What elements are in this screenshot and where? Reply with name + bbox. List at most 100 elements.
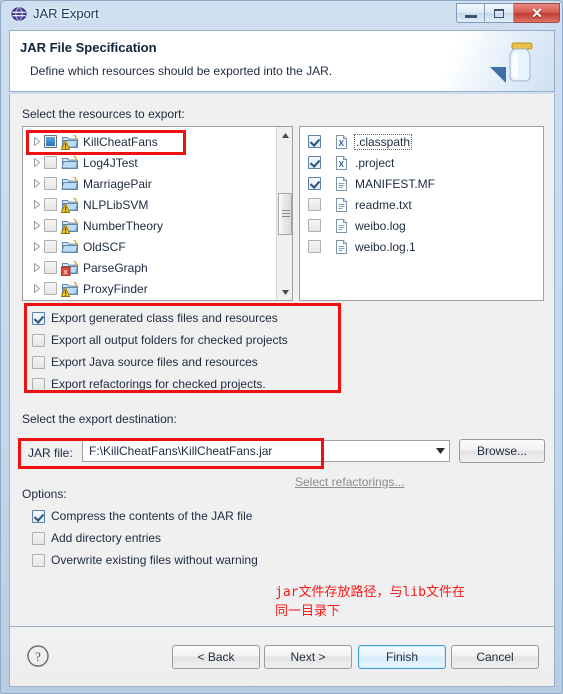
dialog-footer: ? < Back Next > Finish Cancel xyxy=(9,627,555,687)
export-option-label: Export all output folders for checked pr… xyxy=(51,333,288,347)
jar-file-value: F:\KillCheatFans\KillCheatFans.jar xyxy=(89,444,273,458)
expand-arrow-icon[interactable] xyxy=(29,263,44,272)
file-checkbox[interactable] xyxy=(308,156,321,169)
java-project-warning-icon xyxy=(60,218,79,234)
java-project-icon xyxy=(61,176,79,192)
tree-checkbox[interactable] xyxy=(44,261,57,274)
close-icon: ✕ xyxy=(531,5,543,21)
tree-checkbox[interactable] xyxy=(44,282,57,295)
expand-arrow-icon[interactable] xyxy=(29,284,44,293)
tree-row[interactable]: ProxyFinder xyxy=(23,278,292,299)
tree-checkbox[interactable] xyxy=(44,177,57,190)
option-label: Compress the contents of the JAR file xyxy=(51,509,253,523)
option-checkbox[interactable] xyxy=(32,553,45,567)
chevron-down-icon[interactable] xyxy=(431,441,449,461)
options-label: Options: xyxy=(22,487,67,501)
svg-text:X: X xyxy=(339,160,345,169)
file-row-label: .classpath xyxy=(353,133,413,150)
export-option-checkbox[interactable] xyxy=(32,377,45,391)
browse-button[interactable]: Browse... xyxy=(459,439,545,463)
export-option-checkbox[interactable] xyxy=(32,333,45,347)
back-button[interactable]: < Back xyxy=(172,645,260,669)
close-button[interactable]: ✕ xyxy=(514,3,560,23)
export-option-row[interactable]: Export all output folders for checked pr… xyxy=(32,331,288,349)
project-tree[interactable]: KillCheatFans Log4JTest MarriagePair NLPLib… xyxy=(22,126,293,301)
file-checkbox[interactable] xyxy=(308,219,321,232)
export-option-label: Export Java source files and resources xyxy=(51,355,258,369)
jar-file-combo[interactable]: F:\KillCheatFans\KillCheatFans.jar xyxy=(82,440,450,462)
file-checkbox[interactable] xyxy=(308,135,321,148)
file-checkbox[interactable] xyxy=(308,177,321,190)
tree-row-label: MarriagePair xyxy=(83,176,152,191)
tree-row[interactable]: OldSCF xyxy=(23,236,292,257)
tree-row[interactable]: MarriagePair xyxy=(23,173,292,194)
tree-row[interactable]: NLPLibSVM xyxy=(23,194,292,215)
tree-row-label: NumberTheory xyxy=(83,218,164,233)
expand-arrow-icon[interactable] xyxy=(29,242,44,251)
option-checkbox[interactable] xyxy=(32,509,45,523)
java-project-warning-icon xyxy=(60,281,79,297)
tree-row-label: KillCheatFans xyxy=(83,134,158,149)
file-row-label: MANIFEST.MF xyxy=(355,176,435,191)
tree-row[interactable]: KillCheatFans xyxy=(23,131,292,152)
file-row[interactable]: readme.txt xyxy=(300,194,543,215)
minimize-icon xyxy=(465,15,477,18)
file-row-label: .project xyxy=(355,155,395,170)
cancel-button[interactable]: Cancel xyxy=(451,645,539,669)
tree-checkbox[interactable] xyxy=(44,198,57,211)
tree-row-label: NLPLibSVM xyxy=(83,197,149,212)
tree-row[interactable]: NumberTheory xyxy=(23,215,292,236)
export-option-row[interactable]: Export refactorings for checked projects… xyxy=(32,375,266,393)
title-bar[interactable]: JAR Export ✕ xyxy=(1,1,563,27)
jar-jar-icon xyxy=(488,37,540,87)
file-row-label: readme.txt xyxy=(355,197,412,212)
option-row[interactable]: Overwrite existing files without warning xyxy=(32,551,258,569)
window-controls: ✕ xyxy=(456,3,560,24)
tree-row[interactable]: Log4JTest xyxy=(23,152,292,173)
help-icon[interactable]: ? xyxy=(26,644,50,668)
tree-row-label: OldSCF xyxy=(83,239,126,254)
file-checkbox[interactable] xyxy=(308,240,321,253)
scrollbar-thumb[interactable] xyxy=(278,193,292,235)
maximize-button[interactable] xyxy=(485,3,514,23)
tree-row[interactable]: x ParseGraph xyxy=(23,257,292,278)
export-option-checkbox[interactable] xyxy=(32,355,45,369)
xml-file-icon: X xyxy=(333,134,351,150)
export-option-label: Export generated class files and resourc… xyxy=(51,311,278,325)
scroll-up-icon[interactable] xyxy=(277,127,292,143)
annotation-text: jar文件存放路径，与lib文件在 同一目录下 xyxy=(275,585,465,619)
minimize-button[interactable] xyxy=(456,3,485,23)
text-file-icon xyxy=(333,197,351,213)
file-row-label: weibo.log xyxy=(355,218,406,233)
expand-arrow-icon[interactable] xyxy=(29,200,44,209)
option-label: Add directory entries xyxy=(51,531,162,545)
finish-button[interactable]: Finish xyxy=(358,645,446,669)
select-refactorings-link[interactable]: Select refactorings... xyxy=(295,475,404,489)
file-row[interactable]: X .project xyxy=(300,152,543,173)
expand-arrow-icon[interactable] xyxy=(29,179,44,188)
option-row[interactable]: Add directory entries xyxy=(32,529,161,547)
file-row[interactable]: X .classpath xyxy=(300,131,543,152)
file-checkbox[interactable] xyxy=(308,198,321,211)
scroll-down-icon[interactable] xyxy=(277,284,292,300)
option-checkbox[interactable] xyxy=(32,531,45,545)
tree-checkbox[interactable] xyxy=(44,240,57,253)
expand-arrow-icon[interactable] xyxy=(29,221,44,230)
tree-row-label: Log4JTest xyxy=(83,155,138,170)
export-option-checkbox[interactable] xyxy=(32,311,45,325)
export-option-row[interactable]: Export generated class files and resourc… xyxy=(32,309,278,327)
tree-checkbox[interactable] xyxy=(44,156,57,169)
expand-arrow-icon[interactable] xyxy=(29,137,44,146)
text-file-icon xyxy=(333,176,351,192)
file-list[interactable]: X .classpath X .project MANIFEST.MF readme.tx… xyxy=(299,126,544,301)
file-row[interactable]: weibo.log.1 xyxy=(300,236,543,257)
export-option-row[interactable]: Export Java source files and resources xyxy=(32,353,258,371)
tree-checkbox[interactable] xyxy=(44,135,57,148)
file-row[interactable]: weibo.log xyxy=(300,215,543,236)
file-row[interactable]: MANIFEST.MF xyxy=(300,173,543,194)
tree-scrollbar[interactable] xyxy=(276,127,292,300)
tree-checkbox[interactable] xyxy=(44,219,57,232)
next-button[interactable]: Next > xyxy=(264,645,352,669)
option-row[interactable]: Compress the contents of the JAR file xyxy=(32,507,252,525)
expand-arrow-icon[interactable] xyxy=(29,158,44,167)
